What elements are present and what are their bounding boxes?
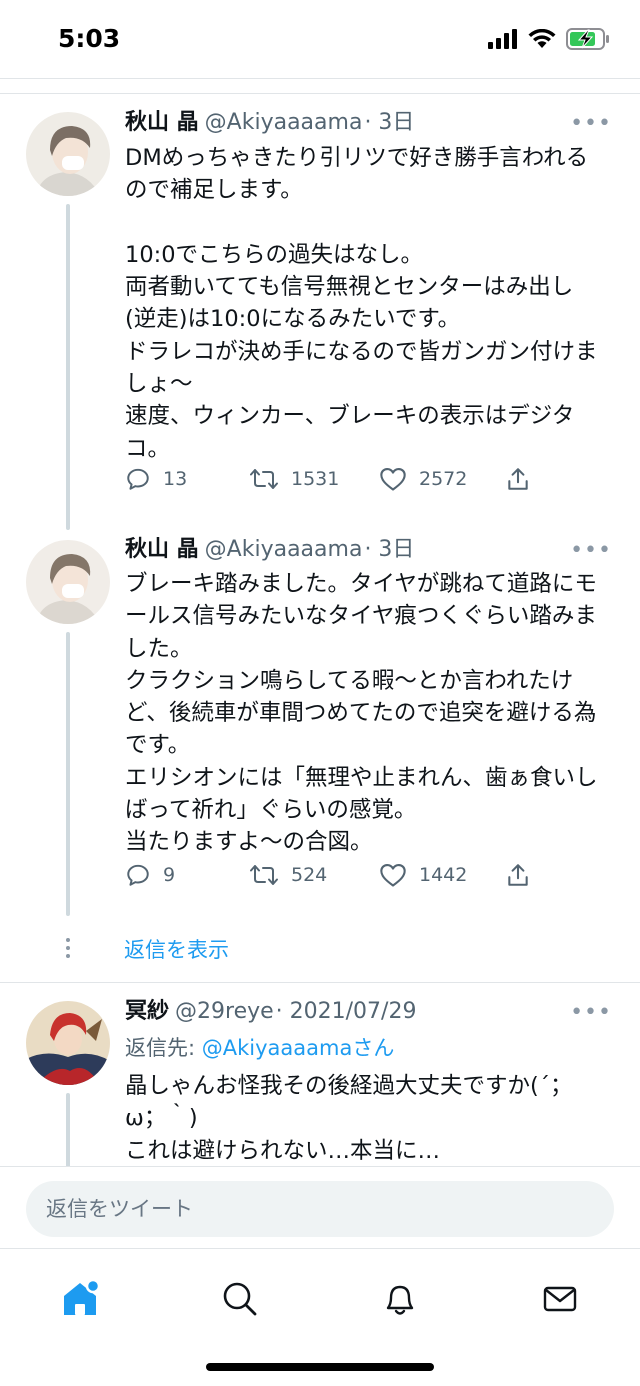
like-count: 1442 bbox=[419, 864, 468, 886]
display-name[interactable]: 冥紗 bbox=[125, 999, 169, 1024]
thread-line bbox=[66, 204, 70, 530]
retweet-button[interactable]: 1531 bbox=[249, 466, 339, 492]
reply-count: 13 bbox=[163, 468, 188, 490]
share-icon bbox=[508, 864, 528, 886]
messages-icon bbox=[543, 1286, 577, 1312]
avatar[interactable] bbox=[26, 1001, 110, 1085]
tweet-header: 冥紗 @29reye· 2021/07/29 bbox=[125, 997, 570, 1027]
share-button[interactable] bbox=[505, 466, 531, 492]
more-options-icon[interactable]: ••• bbox=[570, 1002, 612, 1024]
more-options-icon[interactable]: ••• bbox=[570, 540, 612, 562]
tab-search[interactable] bbox=[212, 1271, 268, 1327]
user-handle[interactable]: @Akiyaaaama bbox=[205, 537, 363, 562]
thread-line bbox=[66, 632, 70, 916]
avatar[interactable] bbox=[26, 540, 110, 624]
tweet-time: · 3日 bbox=[364, 537, 415, 562]
reply-icon bbox=[127, 864, 149, 886]
tweet-actions: 9 524 1442 bbox=[125, 862, 545, 896]
tweet-text: ブレーキ踏みました。タイヤが跳ねて道路にモ ールス信号みたいなタイヤ痕つくぐらい… bbox=[125, 571, 598, 856]
cellular-signal-icon bbox=[488, 29, 517, 49]
header-divider-2 bbox=[0, 93, 640, 94]
more-replies-dots-icon bbox=[66, 938, 70, 962]
tweet-time: · 2021/07/29 bbox=[275, 999, 417, 1024]
reply-input[interactable] bbox=[26, 1181, 614, 1237]
heart-icon bbox=[380, 468, 406, 491]
reply-button[interactable]: 13 bbox=[125, 466, 187, 492]
replying-to-label: 返信先: bbox=[125, 1036, 196, 1060]
header-divider bbox=[0, 78, 640, 79]
tweet-time: · 3日 bbox=[364, 110, 415, 135]
reply-bar bbox=[0, 1166, 640, 1249]
display-name[interactable]: 秋山 晶 bbox=[125, 110, 199, 135]
home-indicator[interactable] bbox=[206, 1363, 434, 1371]
share-button[interactable] bbox=[505, 862, 531, 888]
wifi-icon bbox=[528, 29, 556, 48]
tweet-actions: 13 1531 2572 bbox=[125, 466, 545, 500]
like-button[interactable]: 1442 bbox=[379, 862, 467, 888]
like-count: 2572 bbox=[419, 468, 468, 490]
more-options-icon[interactable]: ••• bbox=[570, 113, 612, 135]
user-handle[interactable]: @Akiyaaaama bbox=[205, 110, 363, 135]
retweet-button[interactable]: 524 bbox=[249, 862, 327, 888]
section-divider bbox=[0, 982, 640, 983]
replying-to: 返信先: @Akiyaaaamaさん bbox=[125, 1032, 394, 1062]
tweet-header: 秋山 晶 @Akiyaaaama· 3日 bbox=[125, 535, 570, 565]
tab-notifications[interactable] bbox=[372, 1271, 428, 1327]
reply-count: 9 bbox=[163, 864, 176, 886]
show-replies-link[interactable]: 返信を表示 bbox=[124, 934, 229, 964]
status-bar: 5:03 bbox=[0, 0, 640, 80]
status-icons bbox=[488, 28, 610, 50]
replying-to-mention[interactable]: @Akiyaaaamaさん bbox=[202, 1036, 395, 1060]
like-button[interactable]: 2572 bbox=[379, 466, 467, 492]
status-time: 5:03 bbox=[58, 24, 121, 53]
user-handle[interactable]: @29reye bbox=[175, 999, 274, 1024]
retweet-icon bbox=[250, 469, 278, 489]
battery-charging-icon bbox=[566, 28, 609, 50]
thread-line bbox=[66, 1093, 70, 1168]
retweet-count: 524 bbox=[291, 864, 328, 886]
retweet-count: 1531 bbox=[291, 468, 340, 490]
tweet-header: 秋山 晶 @Akiyaaaama· 3日 bbox=[125, 108, 570, 138]
tab-home[interactable] bbox=[52, 1271, 108, 1327]
avatar[interactable] bbox=[26, 112, 110, 196]
retweet-icon bbox=[250, 865, 278, 885]
display-name[interactable]: 秋山 晶 bbox=[125, 537, 199, 562]
tab-messages[interactable] bbox=[532, 1271, 588, 1327]
home-icon bbox=[64, 1278, 101, 1315]
search-icon bbox=[223, 1282, 257, 1316]
tweet-text: 晶しゃんお怪我その後経過大丈夫ですか(´； ω；｀) これは避けられない…本当に… bbox=[125, 1073, 573, 1164]
tweet-text: DMめっちゃきたり引リツで好き勝手言われる ので補足します。 10:0でこちらの… bbox=[125, 145, 598, 462]
reply-icon bbox=[127, 468, 149, 490]
reply-button[interactable]: 9 bbox=[125, 862, 175, 888]
heart-icon bbox=[380, 864, 406, 887]
share-icon bbox=[508, 468, 528, 490]
notifications-icon bbox=[386, 1285, 414, 1315]
